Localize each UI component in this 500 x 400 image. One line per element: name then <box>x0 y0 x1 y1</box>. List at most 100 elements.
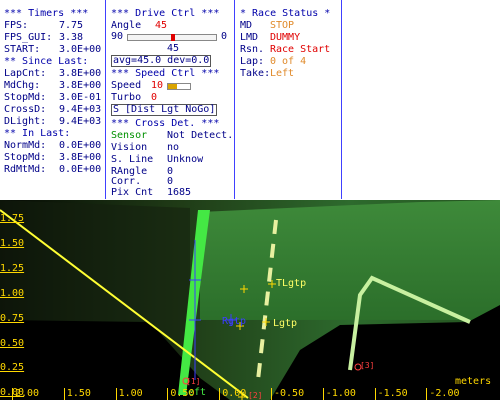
y-tick-label: 1.25 <box>0 262 25 274</box>
in-last-label: NormMd: <box>4 140 47 151</box>
timer-row: FPS_GUI: 3.38 <box>4 32 83 44</box>
since-value: 3.8E+00 <box>59 68 102 79</box>
timer-label: FPS: <box>4 20 29 31</box>
x-tick-label: 1.00 <box>115 388 143 400</box>
camera-view[interactable]: TLgtp Lgtp Rgtp Left [1] [2] [3] 1.75 1.5… <box>0 200 500 400</box>
timer-value: 7.75 <box>59 20 84 31</box>
timer-label: FPS_GUI: <box>4 32 53 43</box>
in-last-value: 3.8E+00 <box>59 152 102 163</box>
cross-row: Pix Cnt 1685 <box>111 187 191 199</box>
race-label: Lap: <box>240 56 265 67</box>
cross-label: Pix Cnt <box>111 187 154 198</box>
speed-bar-fill <box>168 84 177 89</box>
since-row: CrossD: 9.4E+03 <box>4 104 101 116</box>
mode-box[interactable]: S [Dist Lgt NoGo] <box>111 104 218 116</box>
y-tick-label: 1.50 <box>0 237 25 249</box>
since-row: StopMd: 3.0E-01 <box>4 92 101 104</box>
y-tick-label: 0.25 <box>0 362 25 374</box>
x-tick-label: 0.50 <box>167 388 194 400</box>
cross-value: Unknow <box>167 154 204 165</box>
label-point-3: [3] <box>360 361 375 370</box>
since-label: LapCnt: <box>4 68 47 79</box>
angle-value: 45 <box>155 20 168 31</box>
angle-stats: avg=45.0 dev=0.0 <box>111 55 212 67</box>
since-label: CrossD: <box>4 104 47 115</box>
race-value: Left <box>270 68 295 79</box>
angle-slider[interactable] <box>127 34 217 41</box>
angle-label: Angle <box>111 20 142 31</box>
y-tick-label: 0.75 <box>0 312 25 324</box>
in-last-value: 0.0E+00 <box>59 164 102 175</box>
since-label: StopMd: <box>4 92 47 103</box>
race-row: Lap: 0 of 4 <box>240 56 306 68</box>
cross-value: no <box>167 142 180 153</box>
timer-label: START: <box>4 44 41 55</box>
slider-min-label: 90 <box>111 31 124 42</box>
x-tick-label: -0.50 <box>271 388 304 400</box>
track-floor <box>200 200 500 322</box>
race-value: Race Start <box>270 44 331 55</box>
since-row: DLight: 9.4E+03 <box>4 116 101 128</box>
in-last-row: NormMd: 0.0E+00 <box>4 140 101 152</box>
y-tick-label: 1.00 <box>0 287 25 299</box>
in-last-row: StopMd: 3.8E+00 <box>4 152 101 164</box>
x-tick-label: -1.50 <box>374 388 408 400</box>
in-last-row: RdMtMd: 0.0E+00 <box>4 164 101 176</box>
cross-row: Vision no <box>111 142 179 154</box>
since-row: MdChg: 3.8E+00 <box>4 80 101 92</box>
y-tick-label: 0.50 <box>0 337 25 349</box>
x-tick-label: -2.00 <box>426 388 460 400</box>
label-point-2: [2] <box>248 391 263 400</box>
timer-value: 3.0E+00 <box>59 44 102 55</box>
speed-label: Speed <box>111 80 142 91</box>
in-last-label: StopMd: <box>4 152 47 163</box>
since-value: 9.4E+03 <box>59 104 102 115</box>
race-value: STOP <box>270 20 295 31</box>
race-row: LMD DUMMY <box>240 32 300 44</box>
race-status-panel: * Race Status * MD STOP LMD DUMMY Rsn. Race… <box>236 0 342 199</box>
cross-value: 1685 <box>167 187 192 198</box>
x-tick-label: 1.50 <box>63 388 91 400</box>
drive-ctrl-panel: *** Drive Ctrl *** Angle 45 90 0 45 avg=… <box>107 0 235 199</box>
x-tick-label: 2.00 <box>12 388 39 400</box>
label-lgtp: Lgtp <box>273 318 298 329</box>
y-tick-label: 1.75 <box>0 213 25 224</box>
speed-bar[interactable] <box>167 83 191 90</box>
cross-row: S. Line Unknow <box>111 154 203 166</box>
since-value: 9.4E+03 <box>59 116 102 127</box>
timer-row: FPS: 7.75 <box>4 20 83 32</box>
timers-title: *** Timers *** <box>4 8 89 19</box>
units-label: meters <box>455 376 492 387</box>
turbo-row: Turbo 0 <box>111 92 157 104</box>
cross-label: Sensor <box>111 130 148 141</box>
since-value: 3.0E-01 <box>59 92 102 103</box>
cross-title: *** Cross Det. *** <box>111 118 220 129</box>
race-value: DUMMY <box>270 32 301 43</box>
turbo-value: 0 <box>151 92 158 103</box>
timer-value: 3.38 <box>59 32 84 43</box>
slider-max-label: 0 <box>221 31 228 42</box>
race-label: Rsn. <box>240 44 265 55</box>
speed-row: Speed 10 <box>111 80 191 92</box>
race-row: MD STOP <box>240 20 294 32</box>
race-label: LMD <box>240 32 259 43</box>
x-tick-label: 0.00 <box>219 388 246 400</box>
timer-row: START: 3.0E+00 <box>4 44 101 56</box>
label-tlgtp: TLgtp <box>276 278 307 289</box>
camera-overlay <box>0 200 500 400</box>
cross-value: Not Detect. <box>167 130 234 141</box>
cross-label: S. Line <box>111 154 154 165</box>
since-label: DLight: <box>4 116 47 127</box>
speed-title: *** Speed Ctrl *** <box>111 68 220 79</box>
speed-value: 10 <box>151 80 164 91</box>
since-title: ** Since Last: <box>4 56 89 67</box>
in-last-label: RdMtMd: <box>4 164 47 175</box>
x-tick-label: -1.00 <box>322 388 356 400</box>
cross-label: Corr. <box>111 176 142 187</box>
cross-label: Vision <box>111 142 148 153</box>
race-row: Rsn. Race Start <box>240 44 330 56</box>
turbo-label: Turbo <box>111 92 142 103</box>
drive-title: *** Drive Ctrl *** <box>111 8 220 19</box>
slider-value-label: 45 <box>167 43 180 54</box>
angle-slider-handle[interactable] <box>171 34 175 41</box>
